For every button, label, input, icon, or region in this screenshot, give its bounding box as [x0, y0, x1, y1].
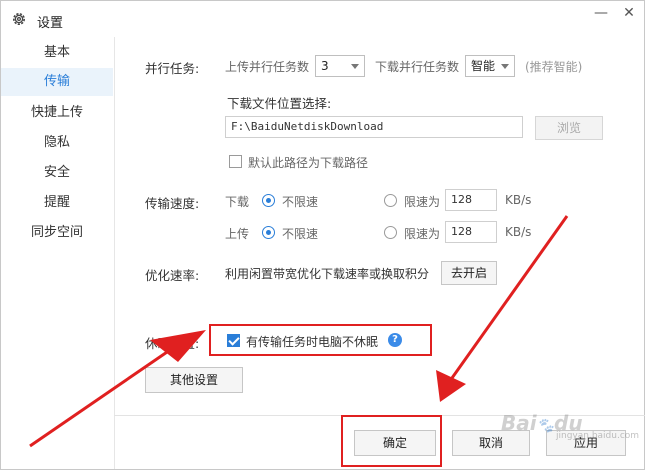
upload-unlimited-radio[interactable] — [262, 226, 275, 239]
optimize-rate-text: 利用闲置带宽优化下载速率或换取积分 — [225, 267, 430, 281]
download-speed-label: 下载 — [225, 195, 250, 209]
chevron-down-icon — [351, 64, 359, 69]
cancel-button[interactable]: 取消 — [452, 430, 530, 456]
default-path-checkbox[interactable] — [229, 155, 242, 168]
optimize-rate-label: 优化速率: — [145, 268, 200, 283]
minimize-button[interactable]: — — [590, 3, 612, 23]
gear-icon — [13, 13, 25, 25]
settings-window: 设置 — ✕ 基本 传输 快捷上传 隐私 安全 提醒 同步空间 并行任务: 上传… — [0, 0, 645, 470]
sidebar-item-transfer[interactable]: 传输 — [1, 68, 113, 96]
download-speed-unit: KB/s — [505, 193, 532, 207]
download-parallel-value: 智能 — [471, 59, 496, 73]
sidebar-item-security[interactable]: 安全 — [1, 159, 113, 187]
download-limit-radio[interactable] — [384, 194, 397, 207]
sidebar-item-basic[interactable]: 基本 — [1, 39, 113, 67]
upload-speed-label: 上传 — [225, 227, 250, 241]
close-button[interactable]: ✕ — [618, 3, 640, 23]
enable-optimize-button[interactable]: 去开启 — [441, 261, 497, 285]
transfer-speed-label: 传输速度: — [145, 196, 200, 211]
highlight-box-sleep — [209, 324, 432, 356]
upload-parallel-select[interactable]: 3 — [315, 55, 365, 77]
upload-parallel-value: 3 — [321, 59, 329, 73]
transfer-settings-panel: 并行任务: 上传并行任务数 3 下载并行任务数 智能 (推荐智能) 下载文件位置… — [114, 37, 645, 469]
download-unlimited-label: 不限速 — [282, 195, 319, 209]
recommend-hint: (推荐智能) — [525, 60, 583, 74]
download-parallel-label: 下载并行任务数 — [375, 60, 460, 74]
upload-limit-radio[interactable] — [384, 226, 397, 239]
download-location-label: 下载文件位置选择: — [227, 96, 332, 111]
default-path-label: 默认此路径为下载路径 — [248, 156, 369, 170]
settings-sidebar: 基本 传输 快捷上传 隐私 安全 提醒 同步空间 — [1, 37, 113, 469]
sleep-settings-label: 休眠设置: — [145, 336, 200, 351]
upload-unlimited-label: 不限速 — [282, 227, 319, 241]
upload-parallel-label: 上传并行任务数 — [225, 60, 310, 74]
sidebar-item-quick-upload[interactable]: 快捷上传 — [1, 99, 113, 127]
upload-limit-input[interactable]: 128 — [445, 221, 497, 243]
sidebar-item-reminder[interactable]: 提醒 — [1, 189, 113, 217]
download-limit-input[interactable]: 128 — [445, 189, 497, 211]
browse-button[interactable]: 浏览 — [535, 116, 603, 140]
window-title: 设置 — [37, 16, 64, 31]
download-limit-label: 限速为 — [404, 195, 441, 209]
download-unlimited-radio[interactable] — [262, 194, 275, 207]
upload-limit-label: 限速为 — [404, 227, 441, 241]
title-bar: 设置 — ✕ — [1, 1, 644, 37]
sidebar-item-sync-space[interactable]: 同步空间 — [1, 219, 113, 247]
other-settings-button[interactable]: 其他设置 — [145, 367, 243, 393]
download-path-input[interactable]: F:\BaiduNetdiskDownload — [225, 116, 523, 138]
apply-button[interactable]: 应用 — [546, 430, 626, 456]
highlight-box-ok — [341, 415, 442, 467]
chevron-down-icon — [501, 64, 509, 69]
sidebar-item-privacy[interactable]: 隐私 — [1, 129, 113, 157]
upload-speed-unit: KB/s — [505, 225, 532, 239]
parallel-tasks-label: 并行任务: — [145, 61, 200, 76]
download-parallel-select[interactable]: 智能 — [465, 55, 515, 77]
